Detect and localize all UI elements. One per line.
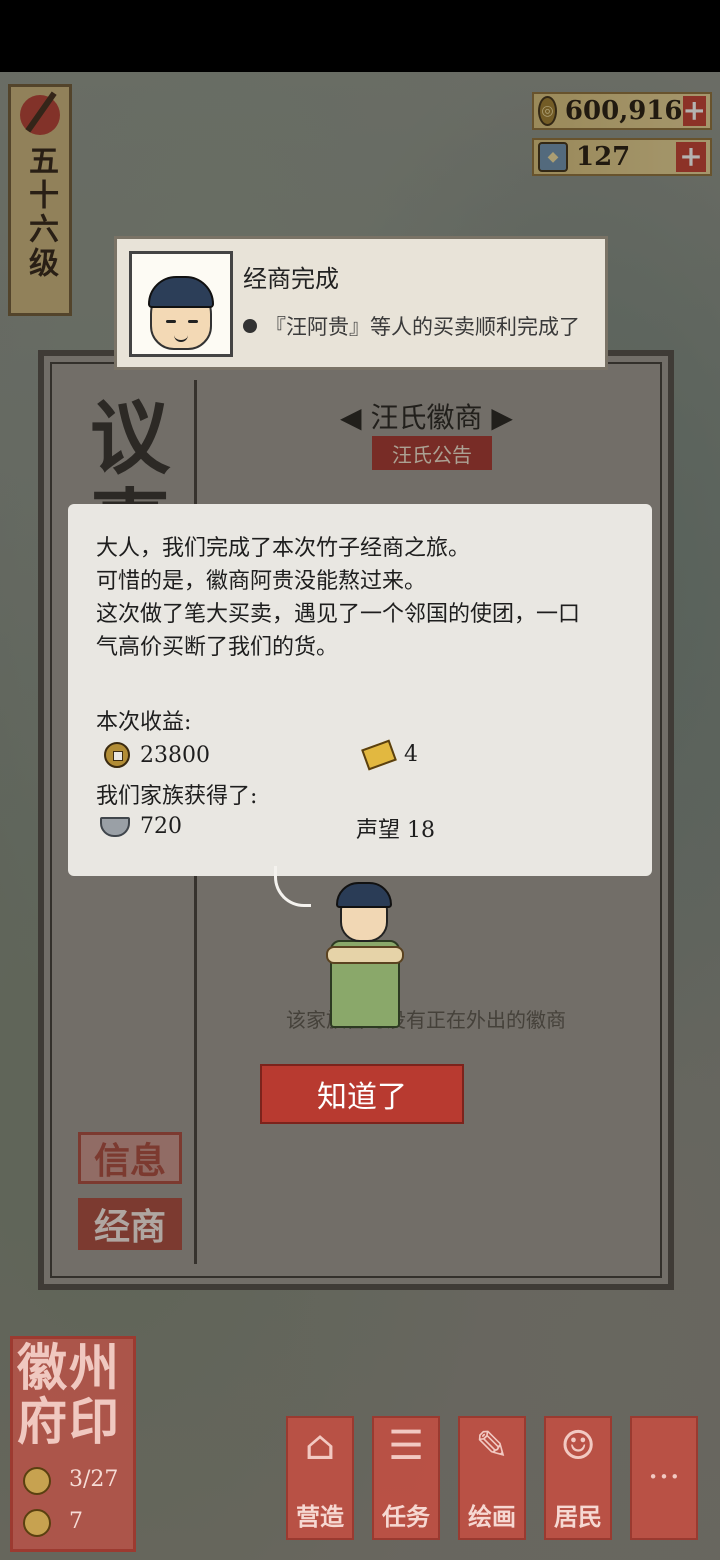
avatar [148,276,214,350]
notification-title: 经商完成 [243,265,339,293]
family-silver-row: 720 [100,814,182,839]
tasks-icon: ☰ [388,1423,424,1469]
merchant-portrait [129,251,233,357]
nav-more[interactable]: ··· [630,1416,698,1540]
seal-count-2: 7 [69,1509,83,1534]
nav-paint[interactable]: ✎ 绘画 [458,1416,526,1540]
coin-bag-icon [23,1509,51,1537]
trade-result-dialog: 大人，我们完成了本次竹子经商之旅。 可惜的是，徽商阿贵没能熬过来。 这次做了笔大… [68,504,652,876]
family-gain-label: 我们家族获得了: [96,784,258,809]
family-reputation: 声望 18 [356,818,435,843]
merchant-character [322,880,408,1030]
story-line: 气高价买断了我们的货。 [96,635,339,660]
bullet-icon [243,319,257,333]
nav-paint-label: 绘画 [468,1502,516,1531]
coin-icon [104,742,130,768]
more-icon: ··· [647,1457,681,1497]
notification-message: 『汪阿贵』等人的买卖顺利完成了 [243,311,580,341]
income-label: 本次收益: [96,710,192,735]
paint-icon: ✎ [475,1423,509,1469]
nav-residents-label: 居民 [554,1502,602,1531]
nav-residents[interactable]: ☺ 居民 [544,1416,612,1540]
nav-build-label: 营造 [296,1502,344,1531]
residents-icon: ☺ [560,1423,596,1469]
story-line: 这次做了笔大买卖，遇见了一个邻国的使团，一口 [96,602,581,627]
family-silver-value: 720 [140,814,182,839]
notification-message-text: 『汪阿贵』等人的买卖顺利完成了 [265,315,580,339]
nav-build[interactable]: ⌂ 营造 [286,1416,354,1540]
seal-text: 徽州府印 [17,1338,121,1451]
gold-ingot-icon [361,739,397,770]
scroll-icon [326,946,404,964]
status-bar-area [0,0,720,72]
story-line: 大人，我们完成了本次竹子经商之旅。 [96,536,471,561]
income-gold-row: 4 [361,739,418,770]
resident-icon [23,1467,51,1495]
seal-count-1: 3/27 [69,1467,119,1492]
income-coins-value: 23800 [140,742,210,768]
income-gold-value: 4 [404,742,418,767]
prefecture-seal[interactable]: 徽州府印 3/27 7 [10,1336,136,1552]
build-icon: ⌂ [304,1423,336,1469]
trade-complete-notification: 经商完成 『汪阿贵』等人的买卖顺利完成了 [114,236,608,370]
story-line: 可惜的是，徽商阿贵没能熬过来。 [96,569,427,594]
acknowledge-button[interactable]: 知道了 [260,1064,464,1124]
story-text: 大人，我们完成了本次竹子经商之旅。 可惜的是，徽商阿贵没能熬过来。 这次做了笔大… [96,532,626,664]
silver-ingot-icon [100,816,130,837]
nav-tasks[interactable]: ☰ 任务 [372,1416,440,1540]
income-coins-row: 23800 [104,742,210,768]
nav-tasks-label: 任务 [382,1502,430,1531]
